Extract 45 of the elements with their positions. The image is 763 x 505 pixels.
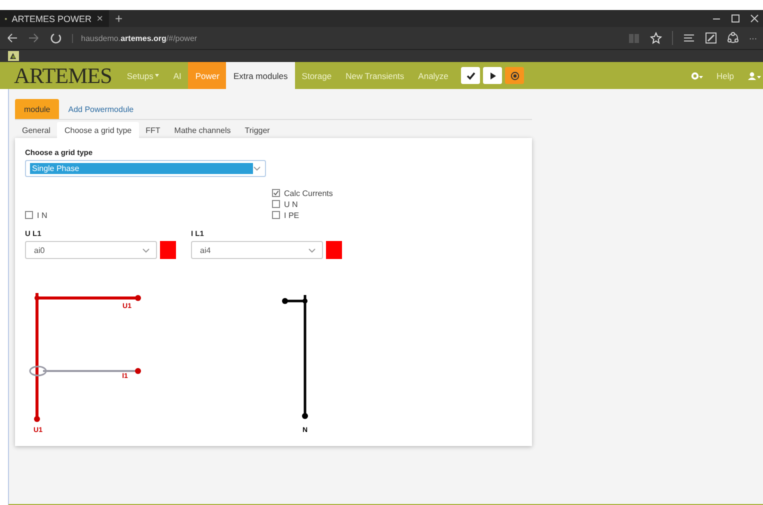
browser-tab[interactable]: ARTEMES POWER × [0, 10, 109, 27]
checkbox-label: Calc Currents [284, 188, 333, 198]
more-button[interactable]: ··· [749, 34, 757, 42]
record-icon [510, 70, 520, 80]
checkbox[interactable] [272, 189, 280, 197]
channel-select[interactable]: ai0 [25, 241, 157, 259]
maximize-icon[interactable] [731, 14, 740, 23]
module-tab[interactable]: Add Powermodule [59, 99, 143, 119]
close-icon[interactable] [750, 14, 759, 23]
checkbox[interactable] [272, 211, 280, 219]
new-tab-button[interactable]: + [115, 11, 123, 26]
forward-icon[interactable] [28, 32, 40, 44]
checkbox-label: I PE [284, 210, 300, 220]
channel-select[interactable]: ai4 [191, 241, 323, 259]
play-button[interactable] [483, 67, 502, 84]
logo[interactable]: ARTEMES [0, 62, 120, 89]
color-swatch[interactable] [326, 241, 342, 259]
refresh-icon[interactable] [50, 32, 62, 44]
address-bar[interactable]: hausdemo.artemes.org/#/power [72, 34, 198, 42]
tab-title: ARTEMES POWER [12, 14, 92, 24]
sub-tab[interactable]: Mathe channels [167, 122, 238, 138]
note-icon[interactable] [705, 32, 717, 44]
chevron-down-icon [308, 248, 316, 252]
checkbox-label: I N [37, 210, 48, 220]
sub-tab[interactable]: General [15, 122, 58, 138]
back-icon[interactable] [6, 32, 18, 44]
checkbox[interactable] [25, 211, 33, 219]
checkmark-icon [466, 70, 476, 80]
record-button[interactable] [505, 67, 524, 84]
sub-tab[interactable]: Choose a grid type [57, 122, 139, 138]
share-icon[interactable] [727, 32, 739, 44]
module-tab[interactable]: module [15, 99, 60, 119]
tab-close-button[interactable]: × [96, 12, 103, 24]
play-icon [488, 70, 498, 80]
nav-item[interactable]: Extra modules [226, 62, 295, 89]
chevron-down-icon [253, 166, 261, 171]
star-icon[interactable] [650, 32, 662, 44]
color-swatch[interactable] [160, 241, 176, 259]
check-button[interactable] [461, 67, 480, 84]
sub-tab[interactable]: Trigger [238, 122, 277, 138]
chevron-down-icon [142, 248, 150, 252]
sub-tab[interactable]: FFT [138, 122, 168, 138]
hub-icon[interactable] [683, 32, 695, 44]
checkbox[interactable] [272, 200, 280, 208]
checkbox-label: U N [284, 200, 298, 208]
